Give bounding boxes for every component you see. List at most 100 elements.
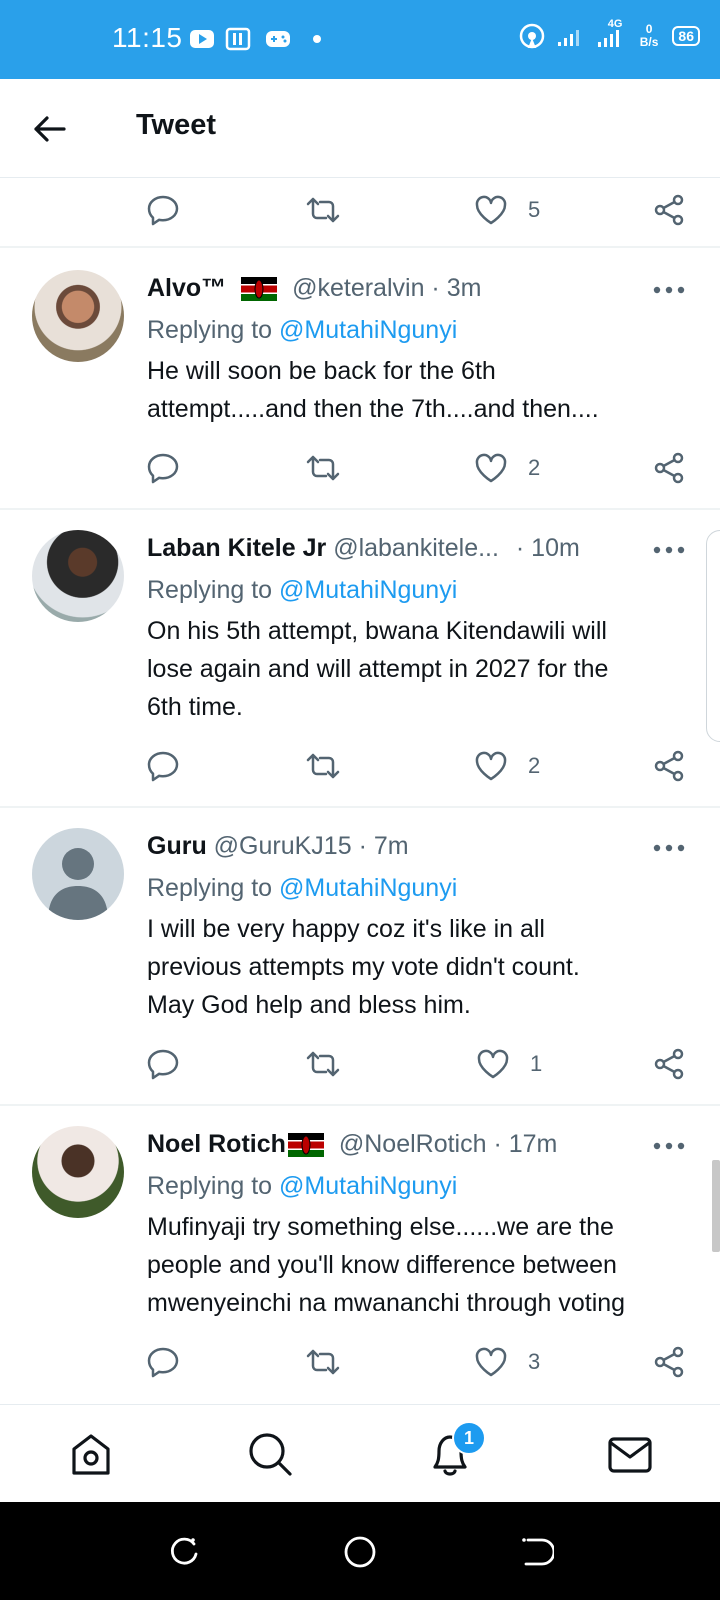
heart-icon — [475, 195, 507, 225]
status-bar: 11:15 4G 0 B/s 86 — [0, 0, 720, 79]
more-icon[interactable] — [652, 544, 686, 556]
tweet-actions: 3 — [0, 1330, 720, 1394]
system-navigation-bar — [0, 1502, 720, 1600]
reply-button[interactable] — [146, 450, 180, 486]
retweet-button[interactable] — [306, 192, 340, 228]
avatar[interactable] — [32, 530, 124, 622]
replying-to: Replying to @MutahiNgunyi — [147, 874, 458, 902]
tweet-actions: 2 — [0, 734, 720, 798]
author-handle[interactable]: @labankitele... — [333, 534, 499, 562]
signal-4g-icon: 4G — [596, 18, 630, 50]
dot-icon — [313, 35, 321, 43]
retweet-icon — [306, 197, 340, 223]
retweet-icon — [306, 455, 340, 481]
heart-icon — [477, 1049, 509, 1079]
like-count: 2 — [528, 455, 541, 480]
like-button[interactable]: 2 — [474, 450, 540, 486]
reply-icon — [147, 1049, 179, 1080]
youtube-icon — [190, 30, 214, 48]
scrollbar-thumb[interactable] — [712, 1160, 720, 1252]
signal-icon — [557, 30, 579, 46]
search-icon[interactable] — [245, 1429, 295, 1479]
reply-icon — [147, 453, 179, 484]
like-count: 2 — [528, 753, 541, 778]
share-icon — [654, 750, 684, 782]
more-icon[interactable] — [652, 842, 686, 854]
kenya-flag-icon — [241, 277, 278, 302]
edge-panel-handle[interactable] — [706, 530, 720, 742]
bottom-navigation: 1 — [0, 1404, 720, 1503]
reply-button[interactable] — [146, 1046, 180, 1082]
more-icon[interactable] — [652, 1140, 686, 1152]
share-button[interactable] — [652, 1344, 686, 1380]
tweet-time: · 10m — [515, 534, 580, 562]
reply-tweet[interactable]: Alvo™ @keteralvin · 3m Replying to @Muta… — [0, 248, 720, 508]
reply-icon — [147, 195, 179, 226]
author-handle[interactable]: @NoelRotich — [339, 1130, 487, 1158]
reply-tweet[interactable]: Laban Kitele Jr @labankitele... · 10m Re… — [0, 510, 720, 806]
tweet-actions: 5 — [0, 178, 720, 242]
reply-button[interactable] — [146, 1344, 180, 1380]
replying-to-link[interactable]: @MutahiNgunyi — [279, 874, 457, 902]
retweet-button[interactable] — [306, 1344, 340, 1380]
share-button[interactable] — [652, 192, 686, 228]
hotspot-icon — [519, 23, 544, 49]
home-icon[interactable] — [66, 1429, 116, 1479]
default-avatar-icon — [48, 848, 108, 920]
like-button[interactable]: 1 — [476, 1046, 542, 1082]
messages-mail-icon[interactable] — [605, 1429, 655, 1479]
share-button[interactable] — [652, 1046, 686, 1082]
share-icon — [654, 1346, 684, 1378]
recent-apps-icon[interactable] — [166, 1534, 202, 1570]
author-handle[interactable]: @GuruKJ15 — [214, 832, 352, 860]
retweet-button[interactable] — [306, 450, 340, 486]
reply-icon — [147, 1347, 179, 1378]
tweet-actions: 2 — [0, 436, 720, 500]
avatar[interactable] — [32, 828, 124, 920]
status-time: 11:15 — [112, 22, 183, 53]
author-handle[interactable]: @keteralvin — [292, 274, 424, 302]
reply-button[interactable] — [146, 192, 180, 228]
reply-tweet[interactable]: Noel Rotich @NoelRotich · 17m Replying t… — [0, 1106, 720, 1404]
tweet-text: Mufinyaji try something else......we are… — [147, 1213, 626, 1317]
author-name[interactable]: Noel Rotich — [147, 1130, 286, 1158]
author-name[interactable]: Guru — [147, 832, 207, 860]
more-icon[interactable] — [652, 284, 686, 296]
reply-button[interactable] — [146, 748, 180, 784]
author-name[interactable]: Laban Kitele Jr — [147, 534, 326, 562]
tweet-header: Laban Kitele Jr @labankitele... · 10m — [147, 534, 580, 563]
tweet-actions: 1 — [0, 1032, 720, 1096]
retweet-icon — [306, 1051, 340, 1077]
status-right: 4G 0 B/s 86 — [518, 18, 700, 50]
share-icon — [654, 194, 684, 226]
like-button[interactable]: 2 — [474, 748, 540, 784]
reply-feed[interactable]: 5 Alvo™ @keteralvin · 3m Replying to @Mu… — [0, 178, 720, 1404]
avatar[interactable] — [32, 1126, 124, 1218]
replying-to-link[interactable]: @MutahiNgunyi — [279, 576, 457, 604]
share-icon — [654, 452, 684, 484]
page-title: Tweet — [136, 109, 217, 141]
retweet-button[interactable] — [306, 748, 340, 784]
like-count: 3 — [528, 1349, 541, 1374]
battery-indicator: 86 — [672, 26, 700, 46]
app-icon — [225, 27, 251, 51]
heart-icon — [475, 1347, 507, 1377]
replying-to-link[interactable]: @MutahiNgunyi — [279, 1172, 457, 1200]
share-button[interactable] — [652, 748, 686, 784]
like-button[interactable]: 3 — [474, 1344, 540, 1380]
avatar[interactable] — [32, 270, 124, 362]
game-icon — [266, 31, 290, 47]
retweet-button[interactable] — [306, 1046, 340, 1082]
replying-to-link[interactable]: @MutahiNgunyi — [279, 316, 457, 344]
tweet-time: · 17m — [493, 1130, 558, 1158]
tweet-text: He will soon be back for the 6th attempt… — [147, 357, 599, 423]
back-arrow-icon[interactable] — [30, 109, 70, 149]
reply-tweet[interactable]: Guru @GuruKJ15 · 7m Replying to @MutahiN… — [0, 808, 720, 1104]
like-button[interactable]: 5 — [474, 192, 540, 228]
tweet-time: · 3m — [431, 274, 482, 302]
home-circle-icon[interactable] — [342, 1534, 378, 1570]
share-button[interactable] — [652, 450, 686, 486]
author-name[interactable]: Alvo™ — [147, 274, 226, 302]
back-nav-icon[interactable] — [518, 1534, 554, 1570]
like-count: 1 — [530, 1051, 543, 1076]
